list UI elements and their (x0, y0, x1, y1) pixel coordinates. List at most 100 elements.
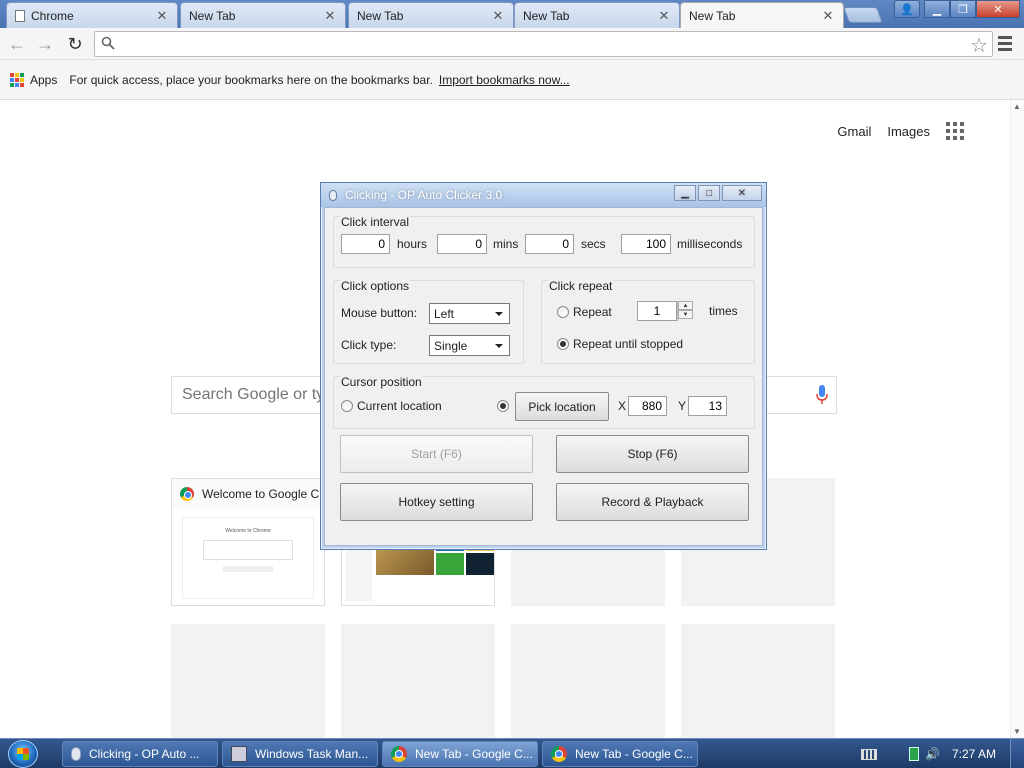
minimize-button[interactable]: ▁ (924, 0, 950, 18)
hours-input[interactable] (341, 234, 390, 254)
empty-tile (171, 624, 325, 752)
chrome-icon (551, 746, 567, 762)
click-type-select[interactable]: Single (429, 335, 510, 356)
mouse-button-select[interactable]: Left (429, 303, 510, 324)
click-repeat-group: Click repeat Repeat ▲ ▼ times Repeat unt… (541, 279, 755, 364)
reload-icon[interactable]: ↻ (64, 33, 86, 55)
bookmark-star-icon[interactable]: ☆ (970, 33, 988, 58)
tab-new-tab-active[interactable]: New Tab ✕ (680, 2, 844, 29)
spin-down-icon[interactable]: ▼ (678, 310, 693, 319)
group-label: Click options (340, 279, 411, 293)
group-label: Click repeat (548, 279, 614, 293)
tab-new-tab[interactable]: New Tab ✕ (348, 2, 514, 28)
import-bookmarks-link[interactable]: Import bookmarks now... (439, 73, 570, 87)
maximize-button[interactable]: □ (698, 185, 720, 201)
repeat-until-stopped-label: Repeat until stopped (573, 337, 684, 351)
close-button[interactable]: ✕ (722, 185, 762, 201)
start-button[interactable]: Start (F6) (340, 435, 533, 473)
keyboard-icon[interactable] (861, 748, 878, 760)
milliseconds-input[interactable] (621, 234, 671, 254)
gmail-link[interactable]: Gmail (837, 124, 871, 139)
user-icon[interactable]: 👤 (894, 0, 920, 18)
volume-icon[interactable]: 🔊 (925, 747, 940, 761)
tab-new-tab[interactable]: New Tab ✕ (514, 2, 680, 28)
click-type-value: Single (434, 339, 468, 353)
cursor-position-group: Cursor position Current location Pick lo… (333, 375, 755, 429)
dialog-title-bar[interactable]: Clicking - OP Auto Clicker 3.0 ▁ □ ✕ (321, 183, 766, 207)
tab-new-tab[interactable]: New Tab ✕ (180, 2, 346, 28)
close-icon[interactable]: ✕ (821, 8, 835, 24)
new-tab-button[interactable] (843, 7, 883, 23)
chrome-menu-icon[interactable] (998, 34, 1016, 52)
close-icon[interactable]: ✕ (491, 8, 505, 24)
close-icon[interactable]: ✕ (155, 8, 169, 24)
mouse-icon (71, 747, 81, 761)
dropdown-arrow-icon (495, 344, 503, 348)
thumbnail-heading: Welcome to Chrome (225, 528, 271, 534)
taskbar-item-auto-clicker[interactable]: Clicking - OP Auto ... (62, 741, 218, 767)
secs-input[interactable] (525, 234, 574, 254)
taskbar-item-chrome[interactable]: New Tab - Google C... (542, 741, 698, 767)
clock[interactable]: 7:27 AM (952, 747, 996, 761)
current-location-label: Current location (357, 399, 442, 413)
dialog-window-controls: ▁ □ ✕ (674, 185, 762, 201)
images-link[interactable]: Images (887, 124, 930, 139)
address-bar[interactable]: ☆ (94, 31, 993, 57)
mins-input[interactable] (437, 234, 487, 254)
start-button[interactable] (8, 740, 38, 768)
x-coordinate-input[interactable] (628, 396, 667, 416)
empty-tile (341, 624, 495, 752)
chrome-icon (180, 487, 194, 501)
record-playback-button[interactable]: Record & Playback (556, 483, 749, 521)
mins-label: mins (493, 237, 519, 251)
hotkey-setting-button[interactable]: Hotkey setting (340, 483, 533, 521)
restore-button[interactable]: ❐ (950, 0, 976, 18)
mouse-button-value: Left (434, 307, 455, 321)
pick-location-radio[interactable] (497, 400, 509, 412)
tab-chrome[interactable]: Chrome ✕ (6, 2, 178, 28)
window-controls: 👤 ▁ ❐ ✕ (894, 0, 1020, 18)
forward-arrow-icon[interactable]: → (34, 33, 56, 55)
scroll-down-arrow-icon[interactable]: ▼ (1013, 727, 1021, 736)
back-arrow-icon[interactable]: ← (6, 33, 28, 55)
dialog-body: Click interval hours mins secs milliseco… (324, 207, 763, 546)
bookmarks-bar: Apps For quick access, place your bookma… (0, 60, 1024, 100)
browser-tab-strip: Chrome ✕ New Tab ✕ New Tab ✕ New Tab ✕ N… (0, 0, 1024, 29)
most-visited-tile[interactable]: Welcome to Google C Welcome to Chrome (171, 478, 325, 606)
close-icon[interactable]: ✕ (657, 8, 671, 24)
y-coordinate-input[interactable] (688, 396, 727, 416)
close-icon[interactable]: ✕ (323, 8, 337, 24)
empty-tile (681, 624, 835, 752)
google-apps-icon[interactable] (946, 122, 964, 140)
current-location-radio[interactable] (341, 400, 353, 412)
scroll-up-arrow-icon[interactable]: ▲ (1013, 102, 1021, 111)
apps-icon[interactable] (10, 72, 24, 87)
dropdown-arrow-icon (495, 312, 503, 316)
taskbar-item-task-manager[interactable]: Windows Task Man... (222, 741, 378, 767)
repeat-count-spinner[interactable]: ▲ ▼ (677, 301, 693, 321)
minimize-button[interactable]: ▁ (674, 185, 696, 201)
repeat-label: Repeat (573, 305, 612, 319)
repeat-until-stopped-radio[interactable] (557, 338, 569, 350)
browser-toolbar: ← → ↻ ☆ (0, 28, 1024, 60)
click-interval-group: Click interval hours mins secs milliseco… (333, 215, 755, 268)
taskbar-item-label: New Tab - Google C... (575, 747, 693, 761)
apps-link[interactable]: Apps (30, 73, 57, 87)
group-label: Cursor position (340, 375, 423, 389)
tile-title: Welcome to Google C (202, 487, 320, 501)
pick-location-button[interactable]: Pick location (515, 392, 609, 421)
close-window-button[interactable]: ✕ (976, 0, 1020, 18)
spin-up-icon[interactable]: ▲ (678, 301, 693, 310)
show-desktop-button[interactable] (1010, 739, 1024, 768)
taskbar-item-chrome[interactable]: New Tab - Google C... (382, 741, 538, 767)
tab-label: New Tab (189, 8, 236, 23)
repeat-count-input[interactable] (637, 301, 677, 321)
stop-button[interactable]: Stop (F6) (556, 435, 749, 473)
tab-label: Chrome (31, 8, 74, 23)
network-icon[interactable] (909, 747, 920, 761)
page-scrollbar[interactable]: ▲ ▼ (1010, 100, 1024, 738)
microphone-icon[interactable] (816, 385, 828, 405)
repeat-radio[interactable] (557, 306, 569, 318)
times-label: times (709, 304, 738, 318)
tile-thumbnail: Welcome to Chrome (182, 517, 314, 599)
